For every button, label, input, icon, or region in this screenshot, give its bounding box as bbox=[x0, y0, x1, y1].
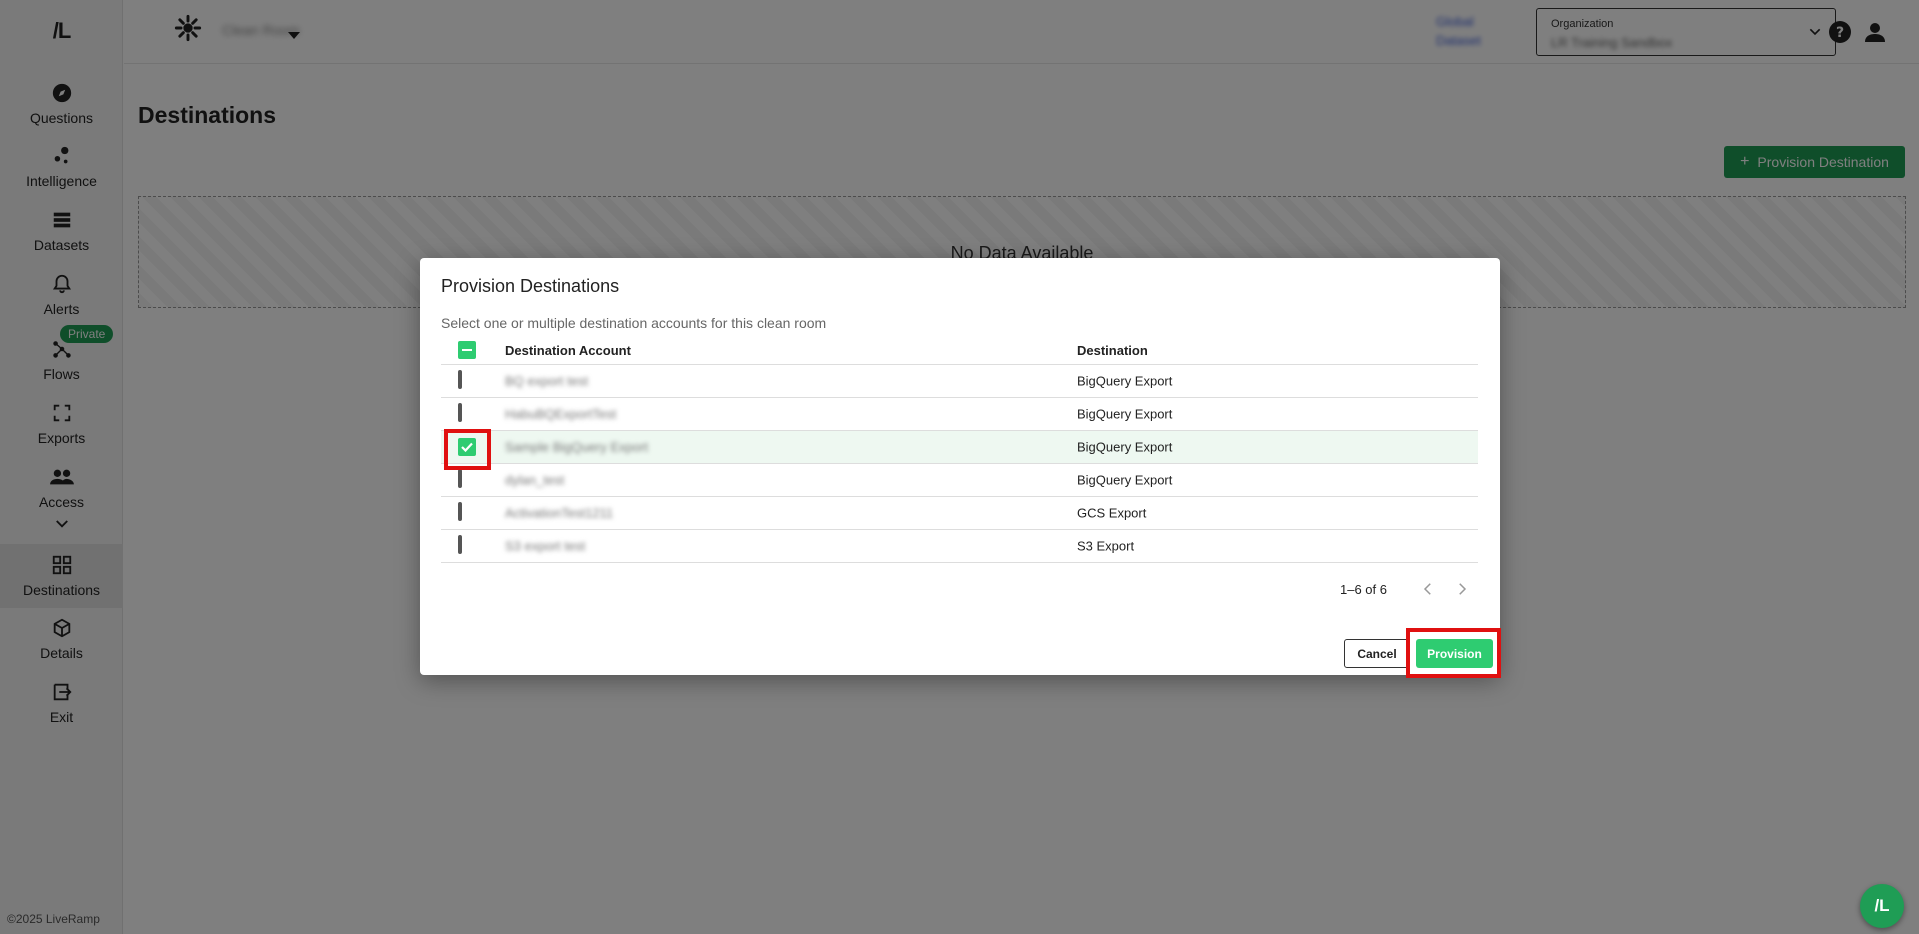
destination-account: BQ export test bbox=[505, 373, 589, 389]
floating-liveramp-button[interactable]: /L bbox=[1860, 884, 1904, 928]
destination-accounts-table: Destination Account Destination BQ expor… bbox=[441, 335, 1478, 563]
row-checkbox[interactable] bbox=[458, 370, 476, 390]
highlight-selected-checkbox bbox=[444, 429, 491, 470]
chevron-right-icon[interactable] bbox=[1453, 580, 1471, 603]
destination-account: dylan_test bbox=[505, 472, 565, 488]
highlight-provision-button bbox=[1406, 628, 1501, 678]
provision-destinations-dialog: Provision Destinations Select one or mul… bbox=[420, 258, 1500, 675]
table-row[interactable]: S3 export test S3 Export bbox=[441, 530, 1478, 563]
table-row[interactable]: Sample BigQuery Export BigQuery Export bbox=[441, 431, 1478, 464]
destination-account: S3 export test bbox=[505, 538, 586, 554]
cancel-button[interactable]: Cancel bbox=[1344, 639, 1410, 668]
destination-account: Sample BigQuery Export bbox=[505, 439, 649, 455]
destination-type: S3 Export bbox=[1077, 538, 1135, 554]
destination-account: ActivationTest1211 bbox=[505, 505, 614, 521]
table-row[interactable]: dylan_test BigQuery Export bbox=[441, 464, 1478, 497]
chevron-left-icon[interactable] bbox=[1419, 580, 1437, 603]
column-header-account[interactable]: Destination Account bbox=[505, 343, 631, 358]
row-checkbox[interactable] bbox=[458, 403, 476, 423]
destination-type: BigQuery Export bbox=[1077, 373, 1173, 389]
pagination-range: 1–6 of 6 bbox=[1340, 582, 1387, 597]
destination-type: BigQuery Export bbox=[1077, 439, 1173, 455]
dialog-subtitle: Select one or multiple destination accou… bbox=[441, 315, 827, 331]
destination-type: BigQuery Export bbox=[1077, 406, 1173, 422]
destination-account: HabuBQExportTest bbox=[505, 406, 617, 422]
table-row[interactable]: HabuBQExportTest BigQuery Export bbox=[441, 398, 1478, 431]
table-row[interactable]: ActivationTest1211 GCS Export bbox=[441, 497, 1478, 530]
table-row[interactable]: BQ export test BigQuery Export bbox=[441, 365, 1478, 398]
row-checkbox[interactable] bbox=[458, 502, 476, 522]
row-checkbox[interactable] bbox=[458, 535, 476, 555]
table-header: Destination Account Destination bbox=[441, 335, 1478, 365]
select-all-checkbox[interactable] bbox=[458, 340, 476, 359]
row-checkbox[interactable] bbox=[458, 469, 476, 489]
destination-type: BigQuery Export bbox=[1077, 472, 1173, 488]
column-header-destination[interactable]: Destination bbox=[1077, 343, 1148, 358]
dialog-title: Provision Destinations bbox=[441, 276, 620, 296]
destination-type: GCS Export bbox=[1077, 505, 1147, 521]
